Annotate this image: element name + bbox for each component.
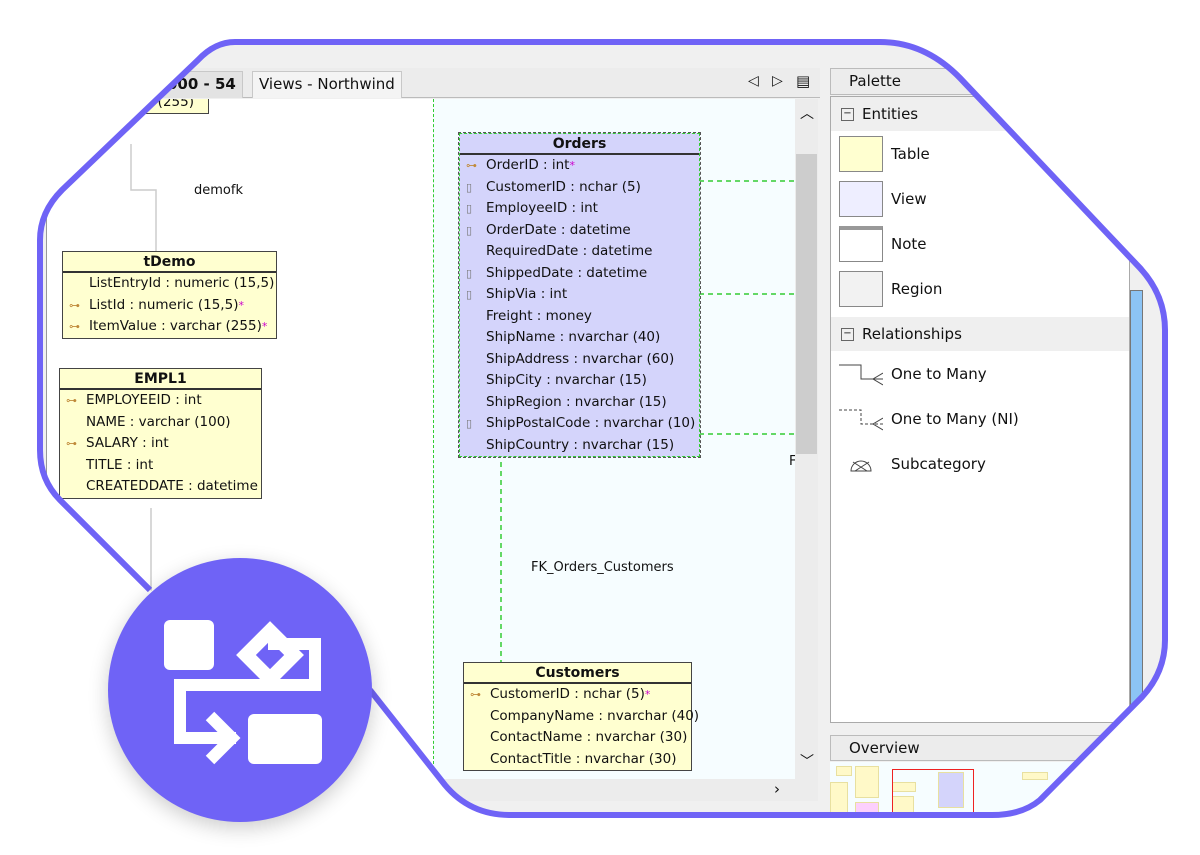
workflow-diagram-icon: [164, 620, 322, 765]
brand-badge: [108, 558, 372, 822]
